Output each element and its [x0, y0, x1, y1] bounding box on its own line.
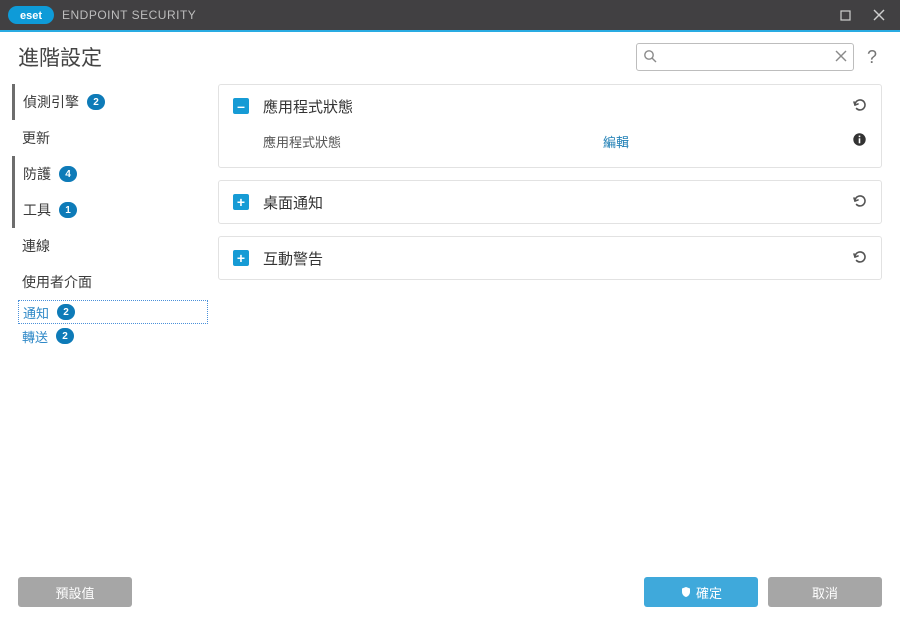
shield-icon — [680, 586, 692, 598]
panel-app-status: – 應用程式狀態 應用程式狀態 編輯 — [218, 84, 882, 168]
window-maximize-button[interactable] — [828, 0, 862, 30]
panel-body: 應用程式狀態 編輯 — [219, 127, 881, 167]
panel-header[interactable]: + 互動警告 — [219, 237, 881, 279]
info-icon[interactable] — [852, 132, 867, 150]
sidebar-subitem-forwarding[interactable]: 轉送 2 — [18, 324, 208, 348]
setting-label: 應用程式狀態 — [263, 132, 603, 151]
sidebar-item-update[interactable]: 更新 — [18, 120, 208, 156]
undo-icon[interactable] — [851, 249, 867, 268]
cancel-button[interactable]: 取消 — [768, 577, 882, 607]
panels: – 應用程式狀態 應用程式狀態 編輯 — [218, 78, 882, 564]
sidebar: 偵測引擎 2 更新 防護 4 工具 1 連線 使用者介面 通知 2 — [18, 78, 218, 564]
ok-button[interactable]: 確定 — [644, 577, 758, 607]
footer: 預設值 確定 取消 — [0, 564, 900, 620]
sidebar-subitem-label: 通知 — [23, 303, 49, 322]
panel-interactive-alerts: + 互動警告 — [218, 236, 882, 280]
window-close-button[interactable] — [862, 0, 896, 30]
search-box[interactable] — [636, 43, 854, 71]
sidebar-item-tools[interactable]: 工具 1 — [12, 192, 208, 228]
brand-logo: eset — [8, 6, 54, 24]
badge: 2 — [56, 328, 74, 344]
expand-icon[interactable]: + — [233, 194, 249, 210]
panel-header[interactable]: – 應用程式狀態 — [219, 85, 881, 127]
sidebar-item-detection-engine[interactable]: 偵測引擎 2 — [12, 84, 208, 120]
panel-title: 應用程式狀態 — [263, 96, 851, 117]
sidebar-subitem-notifications[interactable]: 通知 2 — [18, 300, 208, 324]
svg-text:eset: eset — [20, 10, 42, 22]
setting-row-app-status: 應用程式狀態 編輯 — [263, 127, 867, 155]
sidebar-item-user-interface[interactable]: 使用者介面 — [18, 264, 208, 300]
help-button[interactable]: ? — [862, 47, 882, 68]
badge: 2 — [87, 94, 105, 110]
sidebar-item-label: 使用者介面 — [22, 272, 92, 292]
panel-title: 桌面通知 — [263, 192, 851, 213]
sidebar-item-protection[interactable]: 防護 4 — [12, 156, 208, 192]
sidebar-item-label: 偵測引擎 — [23, 92, 79, 112]
edit-link[interactable]: 編輯 — [603, 132, 629, 151]
ok-button-label: 確定 — [696, 583, 722, 602]
search-icon — [643, 49, 657, 66]
defaults-button[interactable]: 預設值 — [18, 577, 132, 607]
titlebar: eset ENDPOINT SECURITY — [0, 0, 900, 30]
badge: 1 — [59, 202, 77, 218]
undo-icon[interactable] — [851, 193, 867, 212]
sidebar-item-label: 防護 — [23, 164, 51, 184]
titlebar-title: ENDPOINT SECURITY — [62, 8, 196, 22]
sidebar-item-connection[interactable]: 連線 — [18, 228, 208, 264]
badge: 2 — [57, 304, 75, 320]
page-title: 進階設定 — [18, 42, 102, 72]
header-row: 進階設定 ? — [0, 32, 900, 78]
undo-icon[interactable] — [851, 97, 867, 116]
search-input[interactable] — [657, 50, 835, 65]
sidebar-item-label: 連線 — [22, 236, 50, 256]
panel-title: 互動警告 — [263, 248, 851, 269]
sidebar-item-label: 工具 — [23, 200, 51, 220]
expand-icon[interactable]: + — [233, 250, 249, 266]
sidebar-subitem-label: 轉送 — [22, 327, 48, 346]
badge: 4 — [59, 166, 77, 182]
sidebar-item-label: 更新 — [22, 128, 50, 148]
panel-header[interactable]: + 桌面通知 — [219, 181, 881, 223]
collapse-icon[interactable]: – — [233, 98, 249, 114]
panel-desktop-notifications: + 桌面通知 — [218, 180, 882, 224]
clear-icon[interactable] — [835, 50, 847, 65]
